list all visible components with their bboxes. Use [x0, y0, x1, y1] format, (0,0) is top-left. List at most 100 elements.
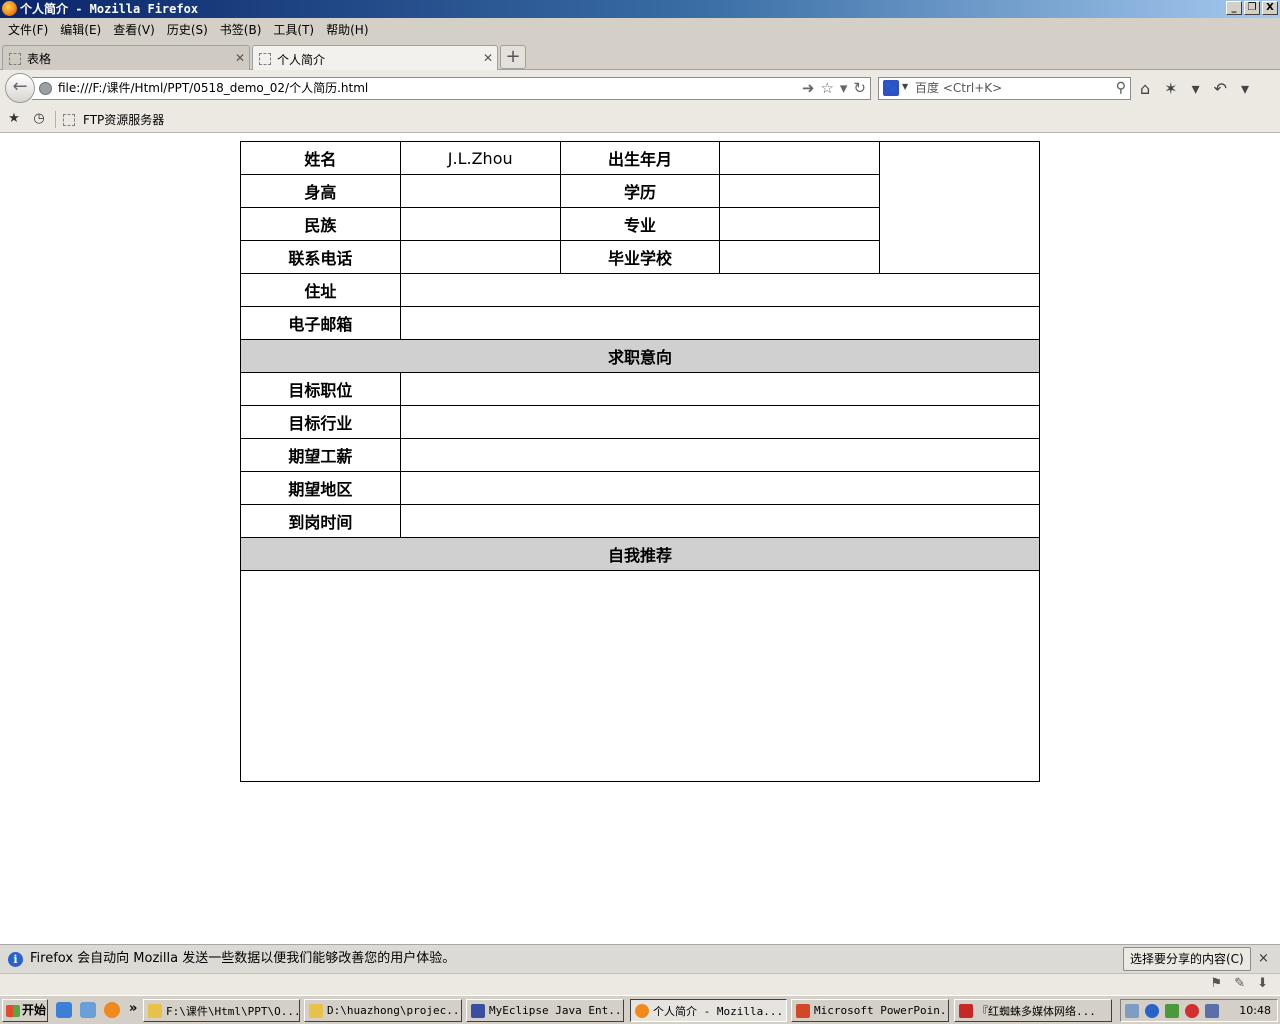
- url-text[interactable]: file:///F:/课件/Html/PPT/0518_demo_02/个人简历…: [58, 80, 368, 97]
- back-button[interactable]: ←: [5, 73, 35, 103]
- page-content: 姓名 J.L.Zhou 出生年月 身高 学历 民族 专业 联系电话 毕业学校 住…: [0, 134, 1280, 944]
- intention-row-value: [399, 471, 1041, 505]
- menu-help[interactable]: 帮助(H): [320, 19, 374, 41]
- site-identity-icon[interactable]: [39, 82, 52, 95]
- tools-icon[interactable]: ✎: [1234, 976, 1245, 991]
- search-bar[interactable]: 🐾 ▼ 百度 <Ctrl+K> ⚲: [878, 77, 1131, 100]
- intention-row-label: 期望地区: [240, 471, 401, 505]
- menu-file[interactable]: 文件(F): [2, 19, 54, 41]
- bookmark-ftp[interactable]: FTP资源服务器: [63, 111, 164, 128]
- notification-close-icon[interactable]: ×: [1258, 951, 1269, 966]
- menu-view[interactable]: 查看(V): [107, 19, 161, 41]
- baidu-paw-icon[interactable]: 🐾: [883, 80, 899, 96]
- email-label: 电子邮箱: [240, 306, 401, 340]
- intention-row-value: [399, 504, 1041, 538]
- task-label: MyEclipse Java Ent...: [489, 1004, 624, 1017]
- bookmark-star-icon[interactable]: ☆: [820, 79, 833, 98]
- major-label: 专业: [559, 207, 721, 241]
- name-value: J.L.Zhou: [399, 141, 561, 175]
- history-clock-icon[interactable]: ◷: [31, 111, 47, 127]
- close-window-button[interactable]: X: [1262, 1, 1278, 15]
- tab-label: 表格: [27, 52, 52, 66]
- taskbar-item-red-spider[interactable]: 『红蜘蛛多媒体网络...: [954, 999, 1112, 1022]
- bookmark-favicon-icon: [63, 113, 75, 126]
- back-arrow-icon: ←: [12, 76, 28, 97]
- status-icons: ⚑ ✎ ⬇: [1211, 976, 1268, 991]
- folder-icon: [148, 1003, 162, 1018]
- tab-profile[interactable]: 个人简介 ✕: [252, 45, 498, 72]
- major-value: [719, 207, 881, 241]
- history-dropdown-icon[interactable]: ▾: [840, 79, 848, 98]
- education-value: [719, 174, 881, 208]
- address-value: [399, 273, 1041, 307]
- info-icon: i: [8, 952, 23, 967]
- quicklaunch-overflow-icon[interactable]: »: [129, 1001, 137, 1016]
- monitor-icon[interactable]: [1205, 1003, 1219, 1018]
- home-icon[interactable]: ⌂: [1140, 79, 1150, 98]
- engine-dropdown-icon[interactable]: ▼: [902, 82, 908, 91]
- name-label: 姓名: [240, 141, 401, 175]
- notification-bar: i Firefox 会自动向 Mozilla 发送一些数据以便我们能够改善您的用…: [0, 944, 1280, 973]
- phone-value: [399, 240, 561, 274]
- bookmarks-menu-icon[interactable]: ★: [6, 111, 22, 127]
- start-button[interactable]: 开始: [2, 999, 48, 1022]
- toolbar-buttons: ⌂ ✶ ▾ ↶ ▾: [1140, 79, 1249, 98]
- email-value: [399, 306, 1041, 340]
- flag-icon[interactable]: ⚑: [1211, 976, 1223, 991]
- minimize-button[interactable]: _: [1226, 1, 1242, 15]
- taskbar: 开始 » F:\课件\Html\PPT\O... D:\huazhong\pro…: [0, 995, 1280, 1024]
- taskbar-item-explorer-f[interactable]: F:\课件\Html\PPT\O...: [143, 999, 300, 1022]
- choose-share-button[interactable]: 选择要分享的内容(C): [1123, 947, 1251, 971]
- tab-table[interactable]: 表格 ✕: [2, 45, 250, 71]
- taskbar-item-explorer-d[interactable]: D:\huazhong\projec...: [304, 999, 462, 1022]
- restore-button[interactable]: ❐: [1244, 1, 1260, 15]
- page-favicon-icon: [259, 53, 271, 65]
- ie-quicklaunch-icon[interactable]: [56, 1002, 72, 1018]
- network-icon[interactable]: [1125, 1003, 1139, 1018]
- intention-row-label: 期望工薪: [240, 438, 401, 472]
- tab-close-icon[interactable]: ✕: [483, 51, 493, 65]
- intention-row-label: 目标行业: [240, 405, 401, 439]
- desktop-quicklaunch-icon[interactable]: [80, 1002, 96, 1018]
- intention-row-value: [399, 372, 1041, 406]
- height-label: 身高: [240, 174, 401, 208]
- navigation-bar: file:///F:/课件/Html/PPT/0518_demo_02/个人简历…: [0, 70, 1280, 106]
- addon-icon[interactable]: ✶: [1164, 79, 1177, 98]
- status-bar: ⚑ ✎ ⬇: [0, 973, 1280, 995]
- go-icon[interactable]: ➜: [802, 79, 815, 98]
- download-icon[interactable]: ⬇: [1257, 976, 1268, 991]
- task-label: 『红蜘蛛多媒体网络...: [977, 1004, 1096, 1018]
- clock: 10:48: [1239, 1004, 1271, 1017]
- menu-bookmarks[interactable]: 书签(B): [214, 19, 268, 41]
- taskbar-item-firefox[interactable]: 个人简介 - Mozilla...: [630, 999, 787, 1022]
- reload-icon[interactable]: ↻: [853, 79, 866, 98]
- menu-history[interactable]: 历史(S): [161, 19, 214, 41]
- taskbar-item-powerpoint[interactable]: Microsoft PowerPoin...: [791, 999, 949, 1022]
- taskbar-item-myeclipse[interactable]: MyEclipse Java Ent...: [466, 999, 624, 1022]
- search-input[interactable]: 百度 <Ctrl+K>: [915, 80, 1002, 97]
- intention-row-label: 到岗时间: [240, 504, 401, 538]
- firefox-quicklaunch-icon[interactable]: [104, 1002, 120, 1018]
- help-icon[interactable]: [1145, 1003, 1159, 1018]
- tab-close-icon[interactable]: ✕: [235, 51, 245, 65]
- window-controls: _ ❐ X: [1226, 1, 1278, 15]
- menu-dropdown-icon[interactable]: ▾: [1192, 79, 1200, 98]
- new-tab-button[interactable]: +: [500, 45, 526, 69]
- tab-strip: 表格 ✕ 个人简介 ✕: [0, 42, 1280, 72]
- overflow-dropdown-icon[interactable]: ▾: [1241, 79, 1249, 98]
- self-intro-header: 自我推荐: [240, 537, 1040, 571]
- windows-flag-icon: [6, 1004, 20, 1017]
- myeclipse-icon: [471, 1003, 485, 1018]
- url-bar[interactable]: file:///F:/课件/Html/PPT/0518_demo_02/个人简历…: [32, 77, 871, 100]
- intention-header: 求职意向: [240, 339, 1040, 373]
- page-favicon-icon: [9, 52, 21, 65]
- undo-icon[interactable]: ↶: [1214, 79, 1227, 98]
- menu-edit[interactable]: 编辑(E): [54, 19, 107, 41]
- notification-message: Firefox 会自动向 Mozilla 发送一些数据以便我们能够改善您的用户体…: [30, 951, 456, 966]
- menu-tools[interactable]: 工具(T): [267, 19, 320, 41]
- tray-app-icon[interactable]: [1165, 1003, 1179, 1018]
- search-icon[interactable]: ⚲: [1116, 79, 1126, 98]
- tab-label: 个人简介: [277, 52, 326, 67]
- stop-icon[interactable]: [1185, 1003, 1199, 1018]
- bookmark-label: FTP资源服务器: [83, 113, 165, 127]
